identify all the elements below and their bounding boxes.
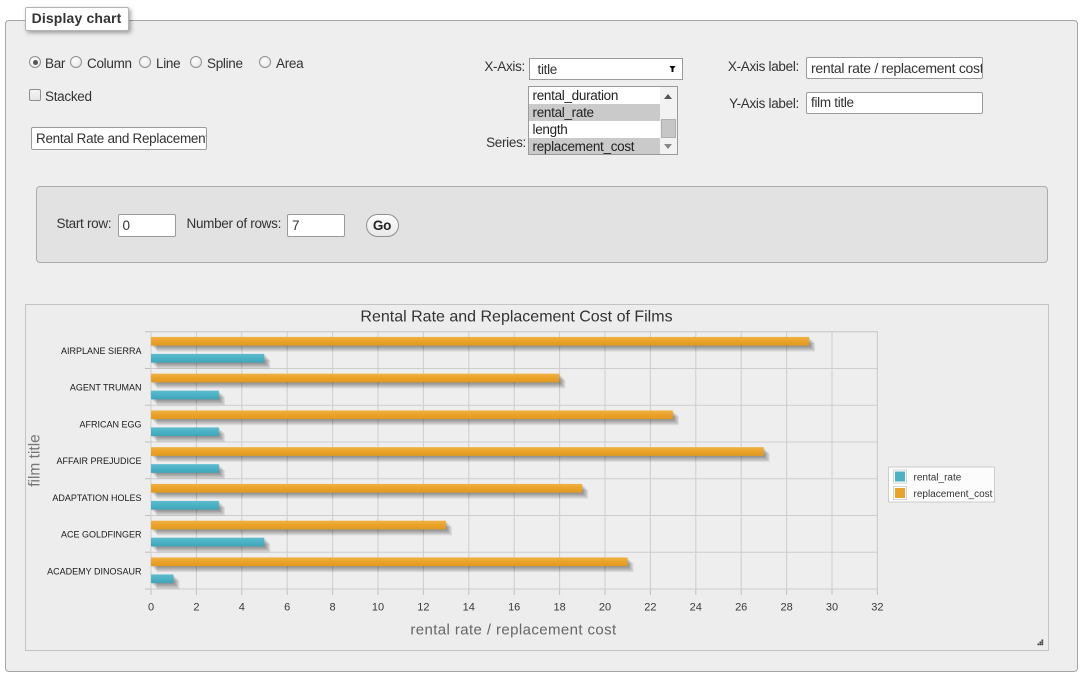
svg-text:26: 26 — [735, 602, 747, 614]
svg-text:12: 12 — [417, 602, 429, 614]
svg-text:AFFAIR PREJUDICE: AFFAIR PREJUDICE — [56, 456, 141, 466]
svg-text:AIRPLANE SIERRA: AIRPLANE SIERRA — [60, 346, 141, 356]
svg-text:22: 22 — [644, 602, 656, 614]
svg-text:18: 18 — [553, 602, 565, 614]
svg-text:ADAPTATION HOLES: ADAPTATION HOLES — [52, 493, 141, 503]
svg-text:rental rate / replacement cost: rental rate / replacement cost — [410, 622, 617, 639]
svg-text:24: 24 — [689, 602, 701, 614]
svg-text:8: 8 — [329, 602, 335, 614]
svg-text:2: 2 — [193, 602, 199, 614]
svg-text:6: 6 — [284, 602, 290, 614]
svg-text:4: 4 — [238, 602, 244, 614]
svg-text:10: 10 — [371, 602, 383, 614]
svg-text:20: 20 — [598, 602, 610, 614]
svg-text:AFRICAN EGG: AFRICAN EGG — [79, 419, 141, 429]
svg-text:28: 28 — [780, 602, 792, 614]
svg-text:Rental Rate and Replacement Co: Rental Rate and Replacement Cost of Film… — [360, 309, 672, 326]
svg-text:rental_rate: rental_rate — [913, 473, 961, 484]
svg-text:14: 14 — [462, 602, 474, 614]
svg-text:AGENT TRUMAN: AGENT TRUMAN — [69, 383, 141, 393]
svg-text:replacement_cost: replacement_cost — [913, 489, 992, 500]
svg-text:30: 30 — [825, 602, 837, 614]
svg-text:0: 0 — [147, 602, 153, 614]
svg-text:film title: film title — [26, 434, 43, 487]
svg-text:32: 32 — [871, 602, 883, 614]
svg-text:16: 16 — [508, 602, 520, 614]
svg-text:ACADEMY DINOSAUR: ACADEMY DINOSAUR — [47, 566, 142, 576]
svg-text:ACE GOLDFINGER: ACE GOLDFINGER — [60, 530, 141, 540]
